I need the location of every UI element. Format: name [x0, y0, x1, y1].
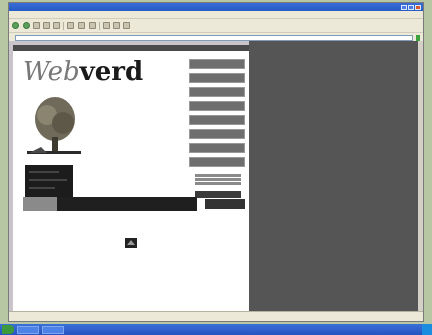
site-nav-menu	[189, 59, 245, 171]
edit-icon[interactable]	[123, 22, 130, 29]
vertical-scrollbar[interactable]	[418, 41, 423, 313]
small-badge[interactable]	[205, 199, 245, 209]
favorites-button[interactable]	[78, 22, 86, 29]
nav-item[interactable]	[189, 59, 245, 69]
toolbar	[9, 19, 423, 33]
toolbar-separator	[99, 21, 100, 30]
nav-item[interactable]	[189, 87, 245, 97]
go-button[interactable]	[416, 34, 420, 41]
stop-icon[interactable]	[33, 22, 40, 29]
star-icon	[78, 22, 85, 29]
logo-verd: verd	[79, 57, 144, 87]
back-button[interactable]	[12, 22, 20, 29]
search-icon	[67, 22, 74, 29]
side-info-block	[195, 173, 241, 198]
nav-item[interactable]	[189, 115, 245, 125]
logo-web: Web	[23, 57, 80, 87]
banner-image	[23, 197, 57, 211]
mail-icon[interactable]	[103, 22, 110, 29]
maximize-button[interactable]	[408, 4, 414, 10]
print-icon[interactable]	[113, 22, 120, 29]
browser-window: Webverd	[8, 2, 424, 322]
page-top-strip	[13, 45, 249, 51]
nav-item[interactable]	[189, 129, 245, 139]
nav-item[interactable]	[189, 143, 245, 153]
refresh-icon[interactable]	[43, 22, 50, 29]
side-text-line	[195, 174, 241, 177]
system-tray-clock	[422, 324, 432, 335]
nav-item[interactable]	[189, 101, 245, 111]
title-bar[interactable]	[9, 3, 423, 11]
promo-banner[interactable]	[23, 197, 197, 211]
web-page: Webverd	[13, 45, 249, 313]
taskbar-item[interactable]	[42, 325, 64, 334]
menu-bar	[9, 11, 423, 19]
forward-arrow-icon[interactable]	[23, 22, 30, 29]
dark-photo[interactable]	[25, 165, 73, 201]
nav-item[interactable]	[189, 73, 245, 83]
history-icon[interactable]	[89, 22, 96, 29]
minimize-button[interactable]	[401, 4, 407, 10]
search-button[interactable]	[67, 22, 75, 29]
start-button[interactable]	[2, 325, 14, 334]
page-background-dark	[249, 41, 423, 313]
nav-item[interactable]	[189, 157, 245, 167]
taskbar-item[interactable]	[17, 325, 39, 334]
taskbar	[0, 324, 432, 335]
back-arrow-icon	[12, 22, 19, 29]
footer-badge[interactable]	[117, 237, 145, 259]
tree-image	[27, 97, 81, 154]
side-text-line	[195, 178, 241, 181]
side-text-line	[195, 182, 241, 185]
status-bar	[9, 311, 423, 321]
side-image[interactable]	[195, 191, 241, 198]
badge-icon	[125, 238, 137, 248]
page-viewport: Webverd	[9, 41, 423, 313]
home-icon[interactable]	[53, 22, 60, 29]
toolbar-separator	[63, 21, 64, 30]
close-button[interactable]	[415, 4, 421, 10]
banner-text	[57, 197, 197, 211]
site-logo[interactable]: Webverd	[23, 57, 143, 87]
url-field[interactable]	[15, 34, 413, 41]
